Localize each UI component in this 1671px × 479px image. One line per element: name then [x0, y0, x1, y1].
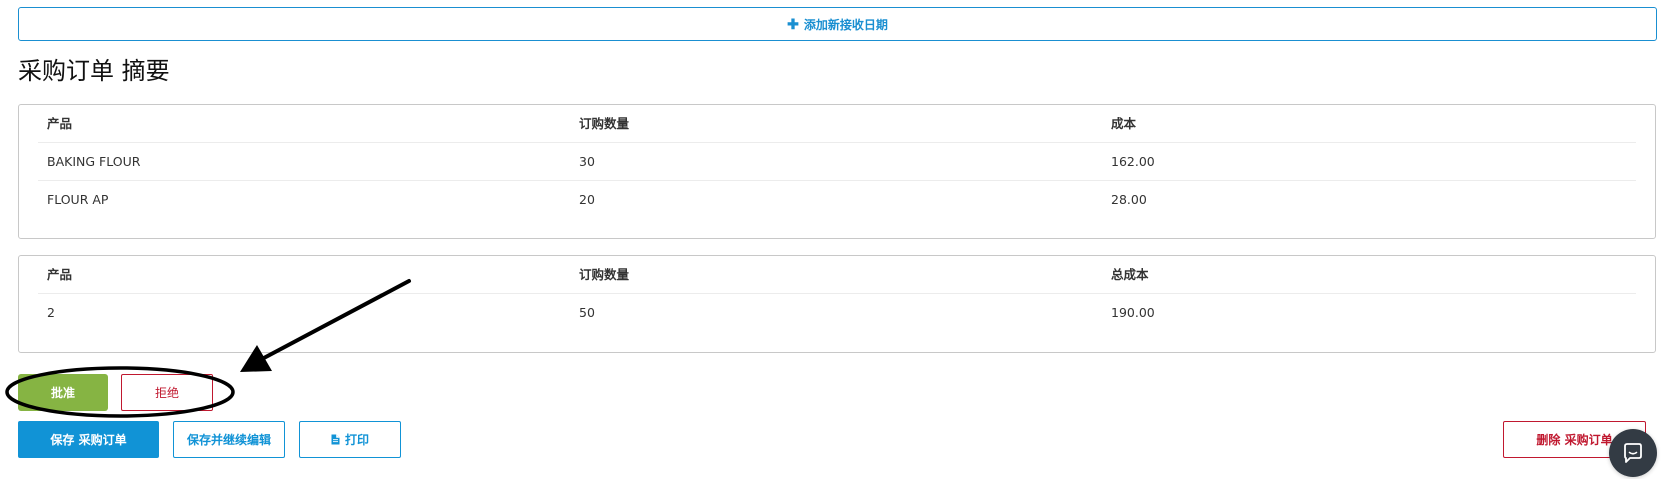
cost-cell: 28.00	[1111, 192, 1147, 207]
table-header-row: 产品 订购数量 成本	[38, 105, 1636, 143]
product-cell: FLOUR AP	[47, 192, 109, 207]
column-header: 总成本	[1111, 267, 1149, 282]
save-purchase-order-button[interactable]: 保存 采购订单	[18, 421, 159, 458]
print-label: 打印	[344, 433, 369, 447]
quantity-cell: 30	[579, 154, 595, 169]
table-row: BAKING FLOUR 30 162.00	[38, 143, 1636, 181]
save-and-continue-button[interactable]: 保存并继续编辑	[173, 421, 285, 458]
cost-cell: 162.00	[1111, 154, 1155, 169]
plus-icon: ✚	[787, 16, 799, 32]
approve-button[interactable]: 批准	[18, 374, 108, 411]
reject-button[interactable]: 拒绝	[121, 374, 213, 411]
column-header: 产品	[47, 267, 73, 282]
column-header: 成本	[1111, 116, 1137, 131]
total-quantity-cell: 50	[579, 305, 595, 320]
total-cost-cell: 190.00	[1111, 305, 1155, 320]
add-receive-date-label: 添加新接收日期	[803, 17, 888, 32]
print-button[interactable]: 打印	[299, 421, 401, 458]
chat-launcher-button[interactable]	[1609, 429, 1657, 477]
items-table: 产品 订购数量 成本 BAKING FLOUR 30 162.00 FLOUR …	[18, 104, 1656, 239]
annotation-overlay	[5, 279, 411, 418]
product-count-cell: 2	[47, 305, 55, 320]
add-receive-date-button[interactable]: ✚ 添加新接收日期	[18, 7, 1657, 41]
quantity-cell: 20	[579, 192, 595, 207]
column-header: 订购数量	[579, 116, 630, 131]
column-header: 产品	[47, 116, 73, 131]
page-title: 采购订单 摘要	[18, 57, 170, 85]
table-row: 2 50 190.00	[38, 294, 1636, 332]
table-header-row: 产品 订购数量 总成本	[38, 256, 1636, 294]
table-row: FLOUR AP 20 28.00	[38, 181, 1636, 219]
chat-icon	[1624, 443, 1642, 463]
document-icon	[331, 434, 340, 445]
totals-table: 产品 订购数量 总成本 2 50 190.00	[18, 255, 1656, 353]
column-header: 订购数量	[579, 267, 630, 282]
product-cell: BAKING FLOUR	[47, 154, 141, 169]
